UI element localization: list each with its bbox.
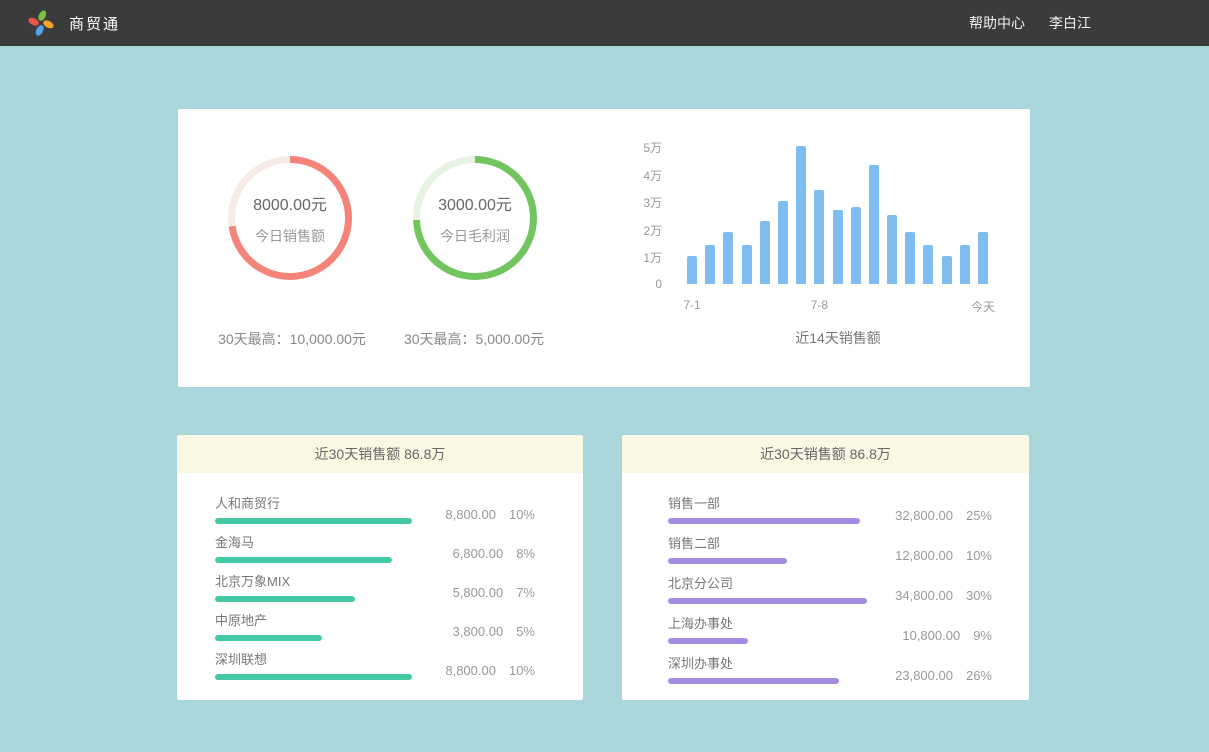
rank-value: 5,800.00 7% [453,585,535,600]
sales-bar [887,215,897,284]
sales-bar [687,256,697,284]
rank-percent: 10% [509,663,535,678]
rank-amount: 6,800.00 [453,546,504,561]
customer-rank-title: 近30天销售额 86.8万 [177,435,583,473]
rank-row: 北京万象MIX5,800.007% [215,566,535,605]
department-rank-card: 近30天销售额 86.8万 销售一部32,800.0025%销售二部12,800… [622,435,1029,700]
today-sales-label: 今日销售额 [255,226,325,246]
x-axis-tick: 今天 [971,298,995,315]
sales-bar [978,232,988,284]
rank-row: 上海办事处10,800.009% [668,608,992,648]
sales-bar-chart [687,146,988,284]
x-axis-tick: 7-1 [683,298,700,312]
rank-bar [668,558,787,564]
rank-bar [668,518,860,524]
rank-value: 3,800.00 5% [453,624,535,639]
today-profit-value: 3000.00元 [438,191,512,215]
y-axis-tick: 5万 [643,139,662,156]
rank-row: 深圳办事处23,800.0026% [668,648,992,688]
rank-amount: 23,800.00 [895,668,953,683]
chart-y-axis: 5万 4万 3万 2万 1万 0 [614,139,662,291]
rank-amount: 8,800.00 [445,663,496,678]
rank-amount: 8,800.00 [445,507,496,522]
rank-percent: 26% [966,668,992,683]
rank-row: 北京分公司34,800.0030% [668,568,992,608]
rank-row: 销售二部12,800.0010% [668,528,992,568]
today-sales-ring: 8000.00元 今日销售额 [228,156,352,280]
rank-amount: 34,800.00 [895,588,953,603]
username-menu[interactable]: 李白江 [1049,13,1091,33]
today-sales-value: 8000.00元 [253,191,327,215]
today-profit-label: 今日毛利润 [440,226,510,246]
chart-x-axis: 7-17-8今天 [687,298,989,314]
rank-percent: 8% [516,546,535,561]
rank-value: 8,800.00 10% [445,663,535,678]
rank-bar [668,678,839,684]
sales-bar [760,221,770,285]
y-axis-tick: 1万 [643,249,662,266]
rank-bar [215,635,322,641]
y-axis-tick: 0 [655,277,662,291]
sales-bar [778,201,788,284]
rank-amount: 10,800.00 [902,628,960,643]
sales-bar [723,232,733,284]
rank-amount: 12,800.00 [895,548,953,563]
rank-value: 6,800.00 8% [453,546,535,561]
help-center-link[interactable]: 帮助中心 [969,13,1025,33]
rank-value: 32,800.00 25% [895,508,992,523]
rank-row: 金海马6,800.008% [215,527,535,566]
rank-value: 8,800.00 10% [445,507,535,522]
sales-bar [942,256,952,284]
rank-row: 人和商贸行8,800.0010% [215,488,535,527]
titlebar: 商贸通 帮助中心 李白江 [0,0,1209,46]
rank-percent: 30% [966,588,992,603]
y-axis-tick: 2万 [643,222,662,239]
rank-value: 10,800.00 9% [902,628,992,643]
rank-percent: 9% [973,628,992,643]
rank-amount: 3,800.00 [453,624,504,639]
app-title: 商贸通 [69,13,120,34]
rank-bar [215,596,355,602]
rank-bar [668,598,867,604]
rank-amount: 5,800.00 [453,585,504,600]
chart-caption: 近14天销售额 [687,328,989,348]
sales-bar [905,232,915,284]
rank-amount: 32,800.00 [895,508,953,523]
rank-percent: 5% [516,624,535,639]
sales-bar [796,146,806,284]
pinwheel-logo-icon [26,8,56,38]
sales-bar [960,245,970,284]
rank-value: 12,800.00 10% [895,548,992,563]
sales-bar [705,245,715,284]
x-axis-tick: 7-8 [811,298,828,312]
rank-row: 中原地产3,800.005% [215,605,535,644]
today-profit-ring: 3000.00元 今日毛利润 [413,156,537,280]
rank-value: 23,800.00 26% [895,668,992,683]
y-axis-tick: 3万 [643,194,662,211]
sales-bar [923,245,933,284]
profit-30day-max: 30天最高：5,000.00元 [364,329,584,349]
sales-bar [851,207,861,284]
customer-rank-card: 近30天销售额 86.8万 人和商贸行8,800.0010%金海马6,800.0… [177,435,583,700]
department-rank-title: 近30天销售额 86.8万 [622,435,1029,473]
sales-bar [869,165,879,284]
sales-bar [814,190,824,284]
rank-bar [215,674,412,680]
rank-row: 深圳联想8,800.0010% [215,644,535,683]
rank-percent: 10% [966,548,992,563]
rank-bar [215,557,392,563]
summary-card: 8000.00元 今日销售额 30天最高：10,000.00元 3000.00元… [178,109,1030,387]
sales-bar [833,210,843,285]
customer-rank-list: 人和商贸行8,800.0010%金海马6,800.008%北京万象MIX5,80… [177,473,583,683]
department-rank-list: 销售一部32,800.0025%销售二部12,800.0010%北京分公司34,… [622,473,1029,688]
sales-bar [742,245,752,284]
rank-bar [215,518,412,524]
rank-value: 34,800.00 30% [895,588,992,603]
rank-percent: 7% [516,585,535,600]
rank-percent: 25% [966,508,992,523]
y-axis-tick: 4万 [643,167,662,184]
rank-bar [668,638,748,644]
rank-percent: 10% [509,507,535,522]
rank-row: 销售一部32,800.0025% [668,488,992,528]
